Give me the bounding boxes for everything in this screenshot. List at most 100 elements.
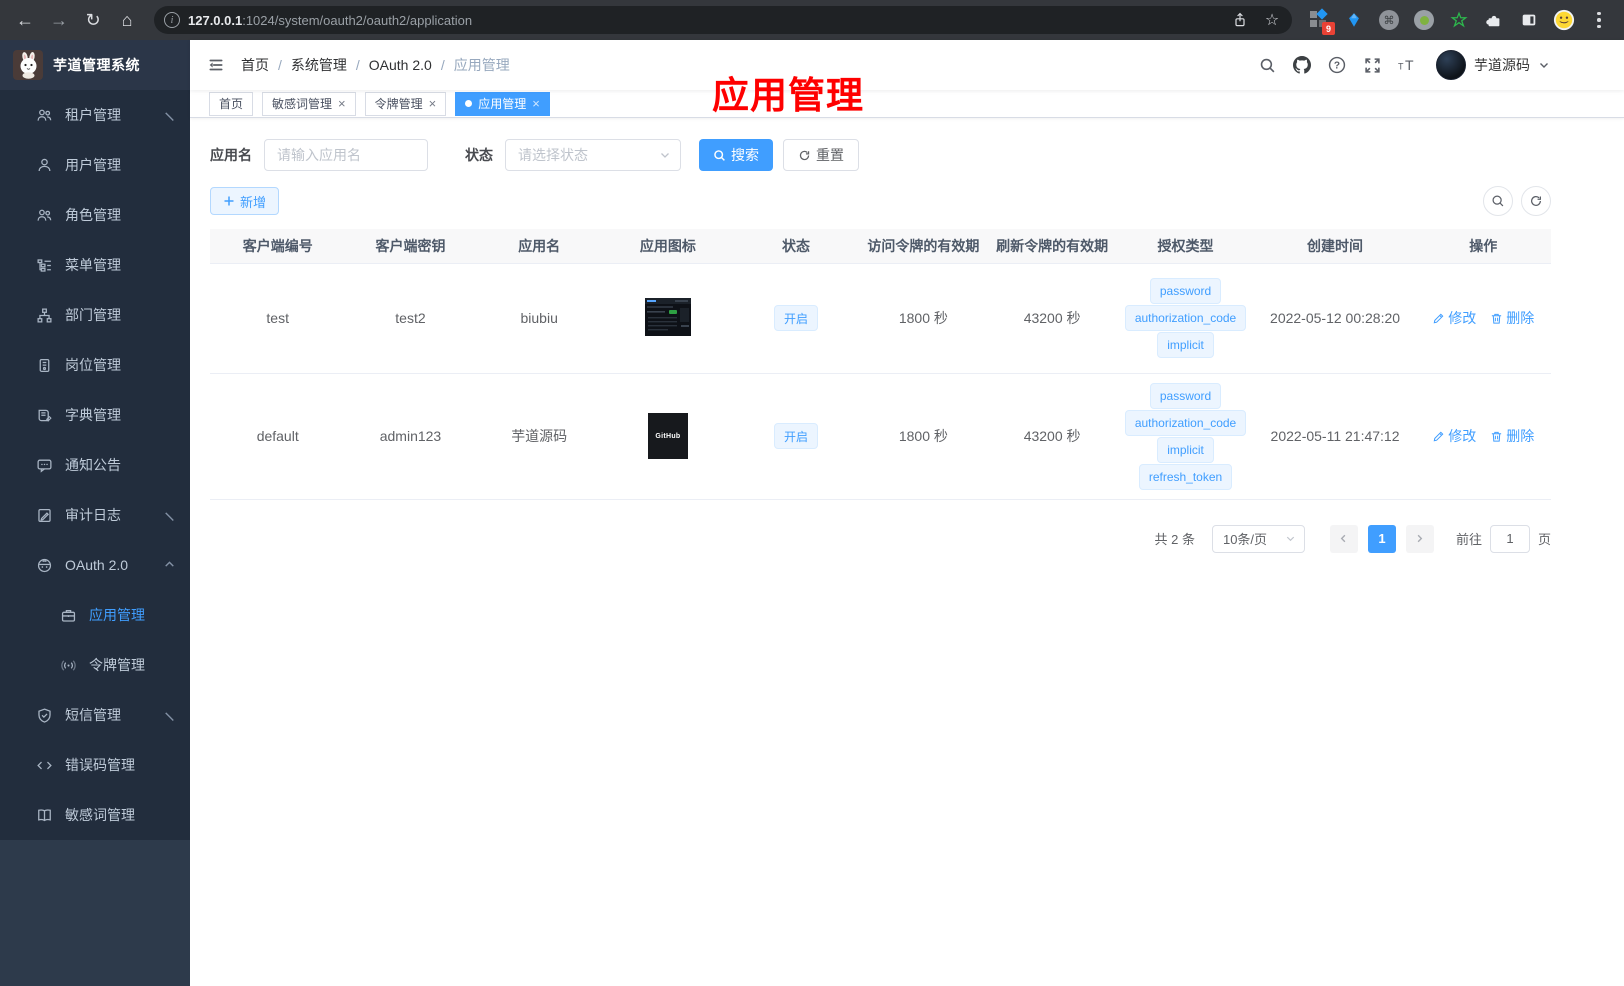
- search-icon[interactable]: [1257, 55, 1277, 75]
- github-icon[interactable]: [1292, 55, 1312, 75]
- refresh-token-validity: 43200 秒: [1023, 428, 1081, 444]
- reset-button[interactable]: 重置: [783, 139, 859, 171]
- sidebar-item-oauth2[interactable]: OAuth 2.0: [0, 540, 190, 590]
- svg-text:T: T: [1405, 57, 1414, 73]
- column-header: 访问令牌的有效期: [859, 229, 988, 264]
- tab-view-1[interactable]: 敏感词管理 ×: [262, 91, 356, 116]
- sidebar-item-label: 通知公告: [65, 457, 121, 473]
- browser-home-icon[interactable]: ⌂: [112, 5, 142, 35]
- share-icon[interactable]: [1228, 8, 1252, 32]
- sidebar-item-label: 令牌管理: [89, 657, 145, 673]
- grant-type-badge: implicit: [1157, 436, 1214, 463]
- delete-button[interactable]: 删除: [1490, 308, 1534, 328]
- grant-type-badge: authorization_code: [1124, 409, 1247, 436]
- status-select[interactable]: 请选择状态: [505, 139, 681, 171]
- table-toolbar: 新增: [210, 186, 1551, 216]
- breadcrumb: 首页 / 系统管理 / OAuth 2.0 / 应用管理: [241, 55, 510, 75]
- sidebar-item-error-code[interactable]: 错误码管理: [0, 740, 190, 790]
- org-icon: [36, 307, 53, 324]
- close-icon[interactable]: ×: [532, 97, 540, 110]
- extension-command-icon[interactable]: ⌘: [1378, 9, 1400, 31]
- sidebar-item-sensitive-word[interactable]: 敏感词管理: [0, 790, 190, 840]
- user-avatar: [1436, 50, 1466, 80]
- client-id: test: [266, 310, 289, 326]
- sidebar-item-label: OAuth 2.0: [65, 557, 129, 573]
- breadcrumb-system[interactable]: 系统管理: [291, 55, 347, 75]
- filter-form: 应用名 状态 请选择状态 搜索 重置: [210, 139, 1551, 171]
- search-icon: [1492, 195, 1504, 207]
- add-button[interactable]: 新增: [210, 187, 280, 215]
- sidebar-item-post[interactable]: 岗位管理: [0, 340, 190, 390]
- refresh-icon: [1531, 195, 1541, 206]
- search-button[interactable]: 搜索: [699, 139, 773, 171]
- tab-view-3[interactable]: 应用管理 ×: [455, 91, 550, 116]
- close-icon[interactable]: ×: [338, 97, 346, 110]
- browser-back-icon[interactable]: ←: [10, 5, 40, 35]
- sidebar-item-oauth2-application[interactable]: 应用管理: [0, 590, 190, 640]
- breadcrumb-home[interactable]: 首页: [241, 55, 269, 75]
- browser-menu-icon[interactable]: [1588, 9, 1610, 31]
- refresh-table-button[interactable]: [1521, 186, 1551, 216]
- delete-button[interactable]: 删除: [1490, 426, 1534, 446]
- breadcrumb-oauth2[interactable]: OAuth 2.0: [369, 57, 432, 73]
- help-icon[interactable]: ?: [1327, 55, 1347, 75]
- user-menu[interactable]: 芋道源码: [1436, 50, 1550, 80]
- delete-icon: [1492, 431, 1502, 442]
- close-icon[interactable]: ×: [429, 97, 437, 110]
- sidebar-item-role[interactable]: 角色管理: [0, 190, 190, 240]
- browser-reload-icon[interactable]: ↻: [78, 5, 108, 35]
- prev-page-button[interactable]: [1329, 524, 1358, 553]
- sidebar-item-notice[interactable]: 通知公告: [0, 440, 190, 490]
- next-page-button[interactable]: [1405, 524, 1434, 553]
- grant-type-badge: password: [1149, 382, 1222, 409]
- app-logo[interactable]: 芋道管理系统: [0, 40, 190, 90]
- grant-type-badge: refresh_token: [1138, 463, 1233, 490]
- sidebar-item-menu[interactable]: 菜单管理: [0, 240, 190, 290]
- sidebar-item-dict[interactable]: 字典管理: [0, 390, 190, 440]
- client-secret: admin123: [379, 428, 442, 444]
- extension-blocks-icon[interactable]: 9: [1308, 8, 1335, 35]
- app-frame: 芋道管理系统 租户管理 用户管理 角色管理 菜单管理部门管理岗位管理 字典管理通知公告审…: [0, 40, 1624, 986]
- sidebar-item-user[interactable]: 用户管理: [0, 140, 190, 190]
- modify-button[interactable]: 修改: [1432, 308, 1476, 328]
- site-info-icon[interactable]: i: [164, 12, 180, 28]
- sidebar-item-sms[interactable]: 短信管理: [0, 690, 190, 740]
- goto-page-input[interactable]: [1489, 524, 1530, 553]
- extensions-puzzle-icon[interactable]: [1483, 9, 1505, 31]
- sidebar-item-audit-log[interactable]: 审计日志: [0, 490, 190, 540]
- main-area: 首页 / 系统管理 / OAuth 2.0 / 应用管理 ? T T 芋道源码 …: [190, 40, 1624, 986]
- sidebar-item-label: 部门管理: [65, 307, 121, 323]
- briefcase-icon: [60, 607, 77, 624]
- app-name-input[interactable]: [264, 139, 428, 171]
- column-header: 授权类型: [1116, 229, 1255, 264]
- extension-record-icon[interactable]: [1413, 9, 1435, 31]
- page-size-select[interactable]: 10条/页: [1211, 524, 1305, 553]
- extension-star-icon[interactable]: [1448, 9, 1470, 31]
- browser-profile-avatar[interactable]: [1553, 9, 1575, 31]
- modify-button[interactable]: 修改: [1432, 426, 1476, 446]
- bookmark-star-icon[interactable]: ☆: [1260, 8, 1284, 32]
- page: ← → ↻ ⌂ i 127.0.0.1:1024/system/oauth2/o…: [0, 0, 1624, 986]
- app-name: biubiu: [520, 310, 558, 326]
- edit-icon: [1433, 313, 1444, 323]
- chevron-down-icon: [1286, 536, 1295, 542]
- tab-view-2[interactable]: 令牌管理 ×: [364, 91, 447, 116]
- toggle-search-button[interactable]: [1483, 186, 1513, 216]
- address-bar[interactable]: i 127.0.0.1:1024/system/oauth2/oauth2/ap…: [154, 6, 1292, 34]
- fullscreen-icon[interactable]: [1362, 55, 1382, 75]
- extension-gem-icon[interactable]: [1343, 9, 1365, 31]
- grant-types: password authorization_code implicit: [1120, 278, 1250, 358]
- current-page-button[interactable]: 1: [1367, 524, 1396, 553]
- sidebar-item-oauth2-token[interactable]: 令牌管理: [0, 640, 190, 690]
- split-view-icon[interactable]: [1518, 9, 1540, 31]
- search-icon: [714, 149, 725, 161]
- sidebar-item-tenant[interactable]: 租户管理: [0, 90, 190, 140]
- plus-icon: [224, 196, 234, 206]
- sidebar-item-dept[interactable]: 部门管理: [0, 290, 190, 340]
- column-header: 应用名: [475, 229, 603, 264]
- collapse-sidebar-icon[interactable]: [205, 54, 227, 76]
- font-size-icon[interactable]: TT: [1397, 55, 1417, 75]
- browser-forward-icon[interactable]: →: [44, 5, 74, 35]
- message-icon: [36, 457, 53, 474]
- tab-home[interactable]: 首页: [209, 91, 254, 116]
